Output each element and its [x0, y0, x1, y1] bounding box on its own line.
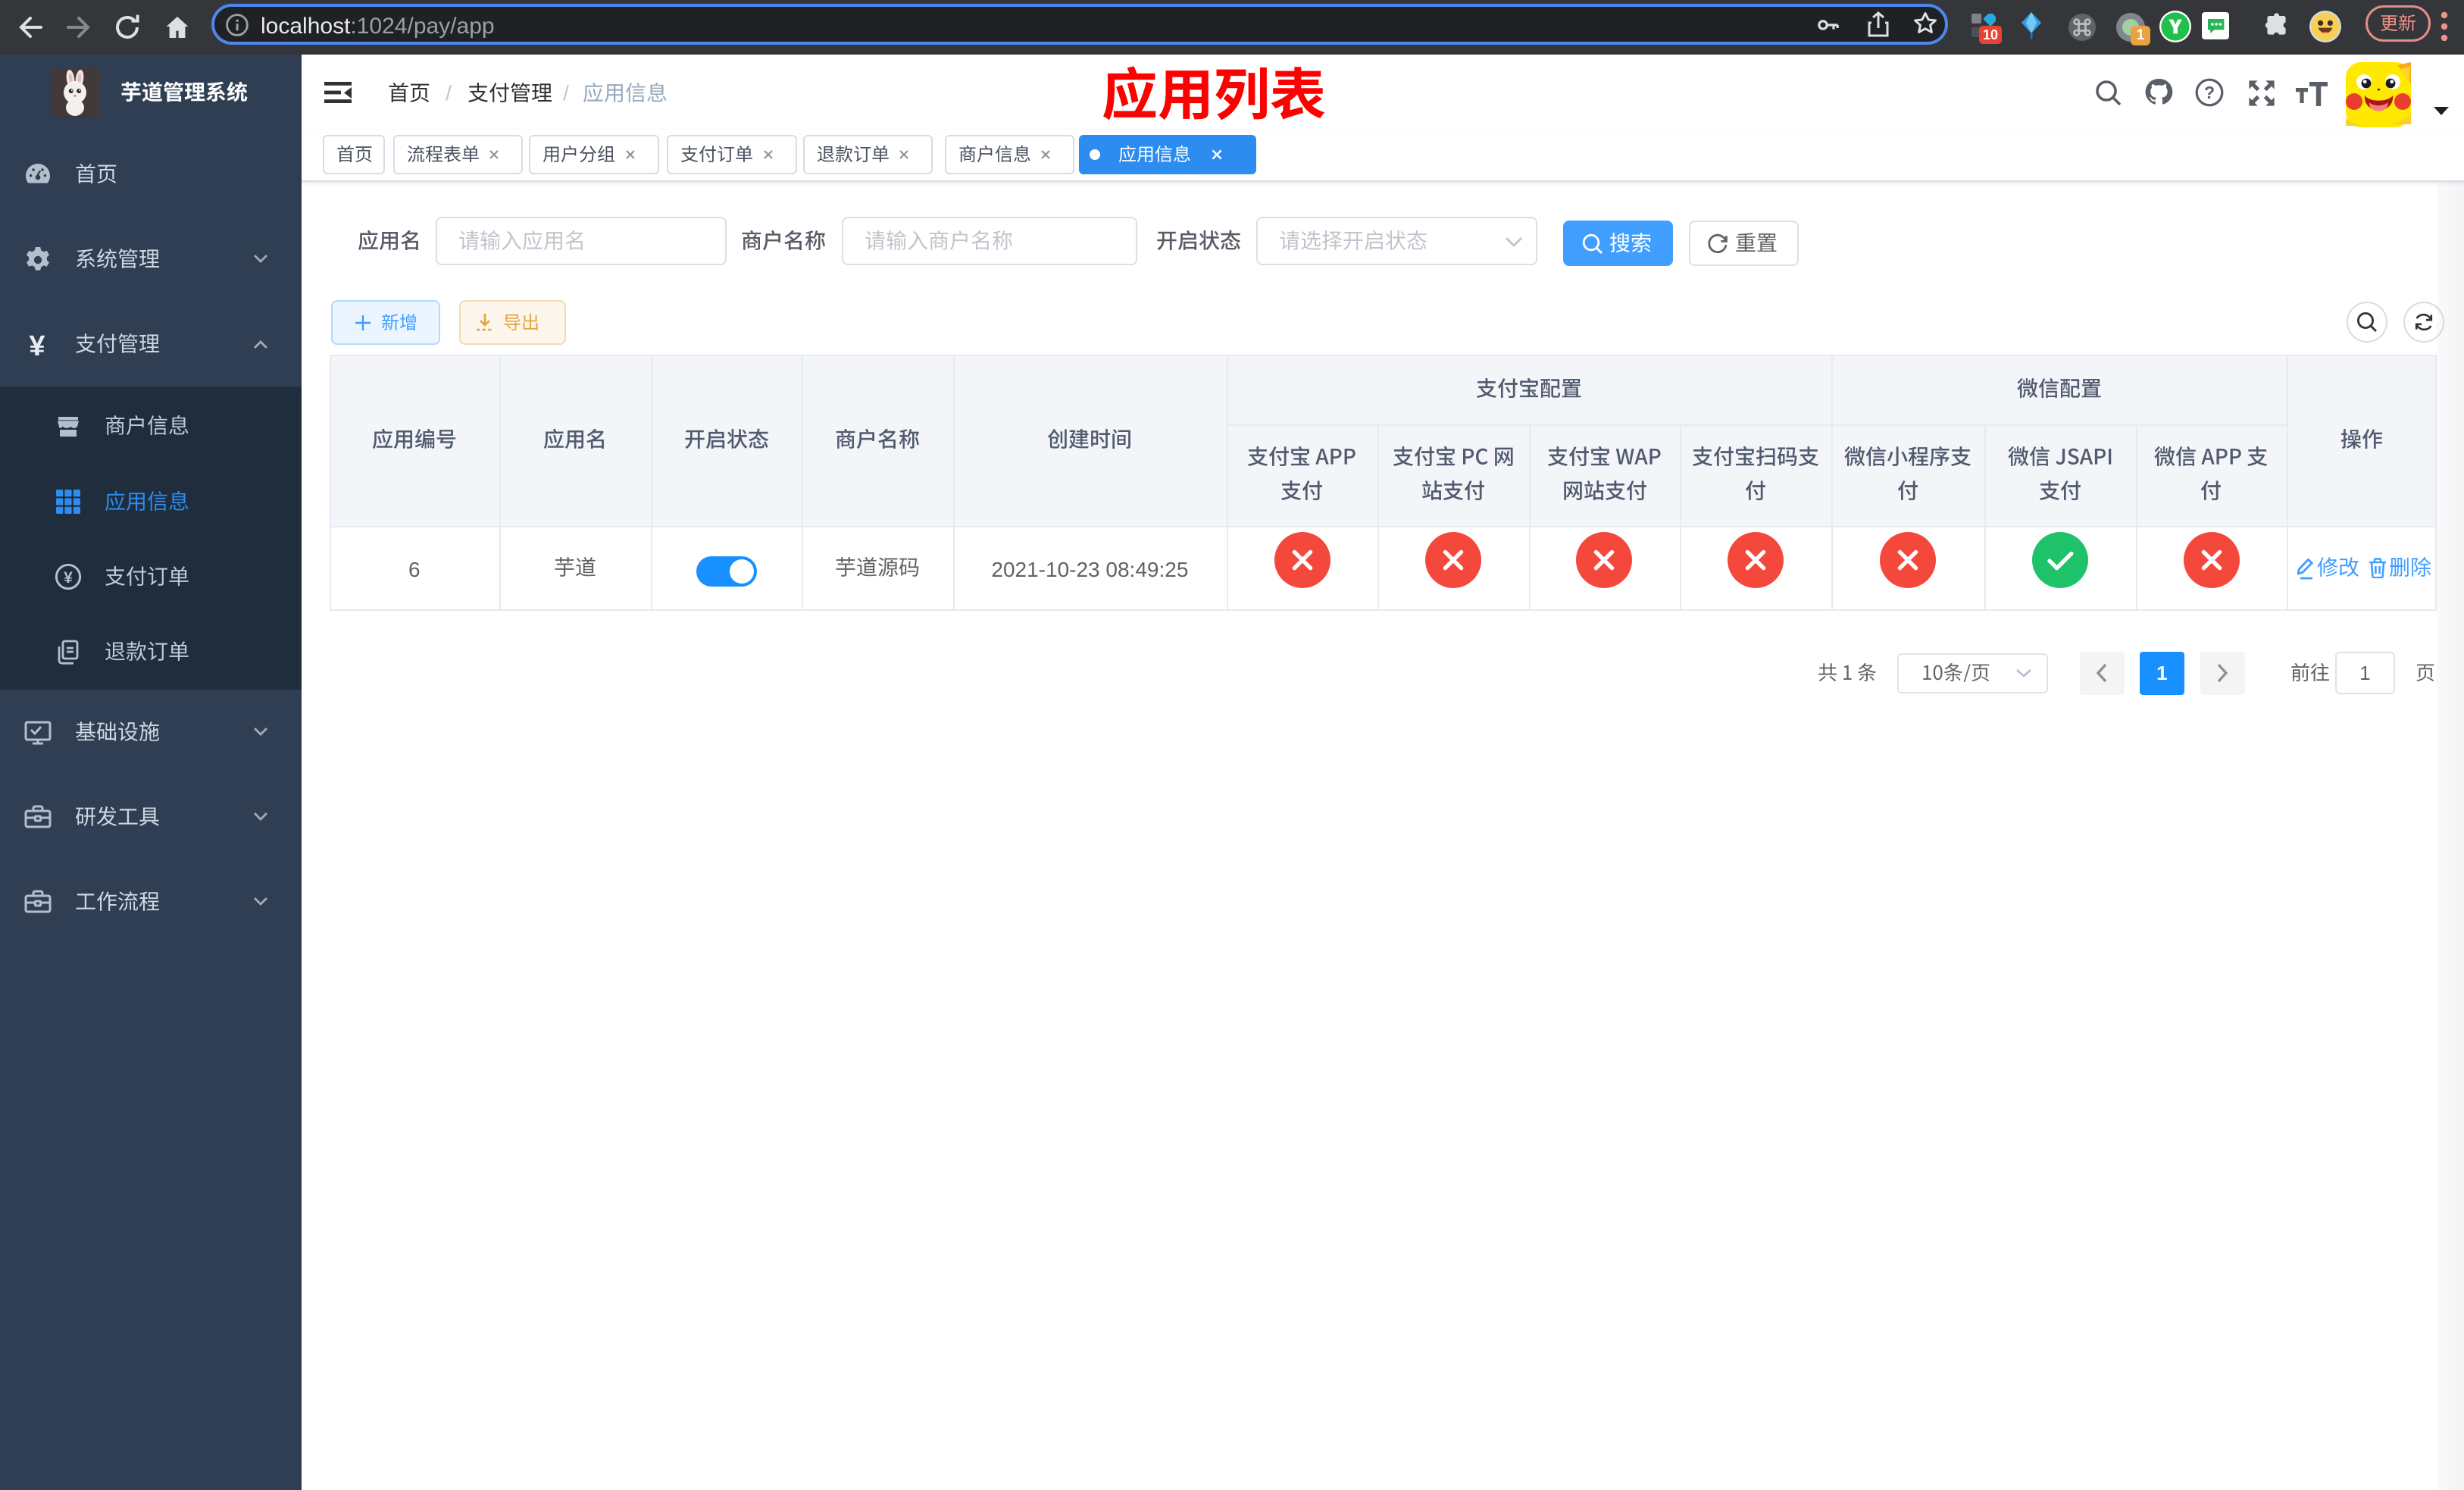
svg-text:?: ?	[2204, 83, 2215, 102]
svg-text:¥: ¥	[29, 330, 45, 361]
svg-text:¥: ¥	[64, 569, 73, 587]
